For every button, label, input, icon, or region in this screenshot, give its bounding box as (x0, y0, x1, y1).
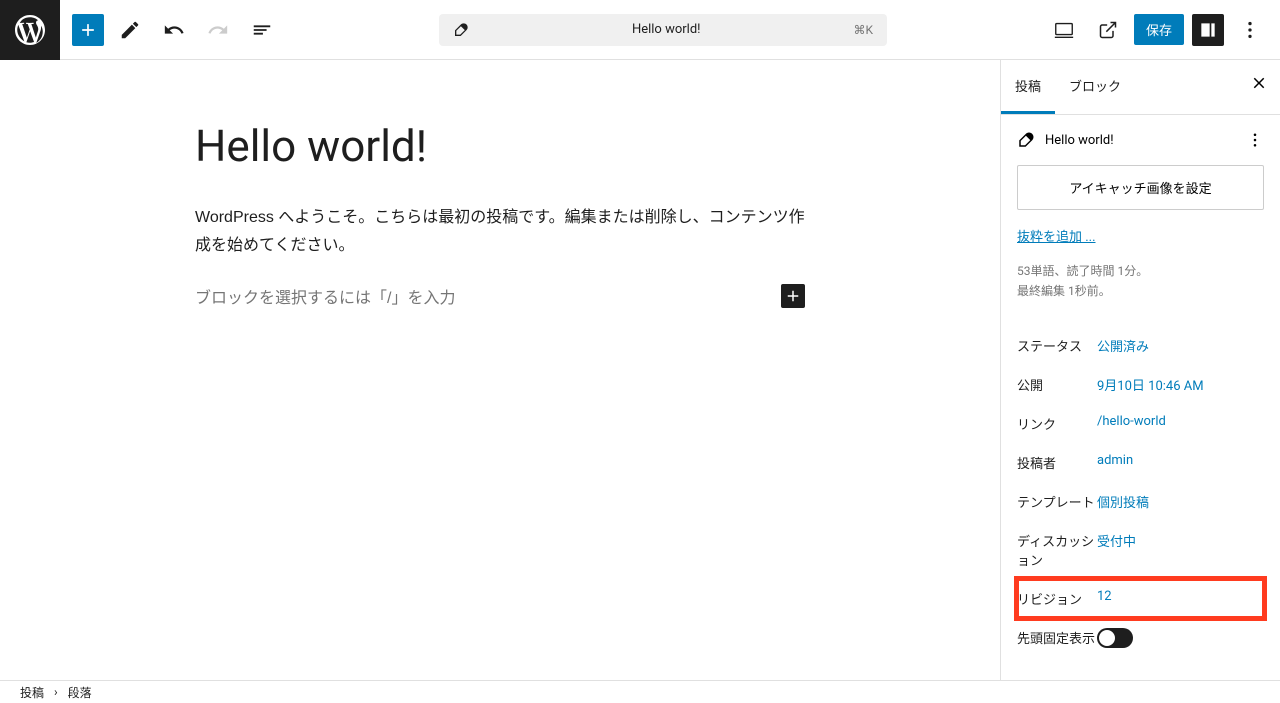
last-edited-text: 最終編集 1秒前。 (1017, 281, 1264, 301)
post-actions-button[interactable] (1246, 131, 1264, 149)
feather-icon (1017, 131, 1035, 149)
toolbar-left (60, 12, 280, 48)
document-center: Hello world! ⌘K (280, 14, 1046, 46)
undo-button[interactable] (156, 12, 192, 48)
tab-post[interactable]: 投稿 (1001, 60, 1055, 114)
breadcrumb-bar: 投稿 › 段落 (0, 680, 1280, 703)
meta-author[interactable]: 投稿者 admin (1017, 443, 1264, 482)
block-appender-placeholder: ブロックを選択するには「/」を入力 (195, 284, 455, 308)
sticky-toggle[interactable] (1097, 628, 1133, 648)
featured-image-button[interactable]: アイキャッチ画像を設定 (1017, 165, 1264, 210)
add-block-button[interactable] (72, 14, 104, 46)
post-stats: 53単語、読了時間 1分。 最終編集 1秒前。 (1017, 261, 1264, 302)
feather-icon (453, 22, 469, 38)
tab-block[interactable]: ブロック (1055, 60, 1135, 114)
post-paragraph[interactable]: WordPress へようこそ。こちらは最初の投稿です。編集または削除し、コンテ… (195, 204, 805, 260)
view-button[interactable] (1046, 12, 1082, 48)
save-button[interactable]: 保存 (1134, 14, 1184, 45)
editor-canvas: Hello world! WordPress へようこそ。こちらは最初の投稿です… (0, 60, 1000, 680)
meta-discussion[interactable]: ディスカッション 受付中 (1017, 521, 1264, 579)
toolbar-right: 保存 (1046, 12, 1280, 48)
meta-template[interactable]: テンプレート 個別投稿 (1017, 482, 1264, 521)
breadcrumb-current[interactable]: 段落 (68, 684, 92, 701)
meta-sticky: 先頭固定表示 (1017, 618, 1264, 658)
breadcrumb-separator: › (54, 685, 58, 699)
document-title-text: Hello world! (479, 22, 853, 37)
meta-status[interactable]: ステータス 公開済み (1017, 326, 1264, 365)
edit-tools-button[interactable] (112, 12, 148, 48)
document-title-command[interactable]: Hello world! ⌘K (439, 14, 887, 46)
block-add-button[interactable] (781, 284, 805, 308)
word-count-text: 53単語、読了時間 1分。 (1017, 261, 1264, 281)
settings-panel-toggle[interactable] (1192, 14, 1224, 46)
command-shortcut: ⌘K (853, 23, 873, 37)
meta-publish-date[interactable]: 公開 9月10日 10:46 AM (1017, 365, 1264, 404)
close-sidebar-button[interactable] (1250, 74, 1268, 92)
preview-external-button[interactable] (1090, 12, 1126, 48)
document-overview-button[interactable] (244, 12, 280, 48)
meta-permalink[interactable]: リンク /hello-world (1017, 404, 1264, 443)
post-summary-panel: Hello world! アイキャッチ画像を設定 抜粋を追加 ... 53単語、… (1001, 115, 1280, 318)
meta-revisions[interactable]: リビジョン 12 (1017, 579, 1264, 618)
post-meta-list: ステータス 公開済み 公開 9月10日 10:46 AM リンク /hello-… (1001, 318, 1280, 666)
wordpress-logo[interactable] (0, 0, 60, 60)
redo-button[interactable] (200, 12, 236, 48)
sidebar-tabs: 投稿 ブロック (1001, 60, 1280, 115)
excerpt-add-link[interactable]: 抜粋を追加 ... (1017, 226, 1264, 245)
post-title[interactable]: Hello world! (195, 120, 805, 172)
more-options-button[interactable] (1232, 12, 1268, 48)
block-appender[interactable]: ブロックを選択するには「/」を入力 (195, 284, 805, 308)
breadcrumb-root[interactable]: 投稿 (20, 684, 44, 701)
top-toolbar: Hello world! ⌘K 保存 (0, 0, 1280, 60)
settings-sidebar: 投稿 ブロック Hello world! アイキャッチ画像を設定 抜粋を追加 .… (1000, 60, 1280, 680)
post-name: Hello world! (1045, 133, 1236, 148)
